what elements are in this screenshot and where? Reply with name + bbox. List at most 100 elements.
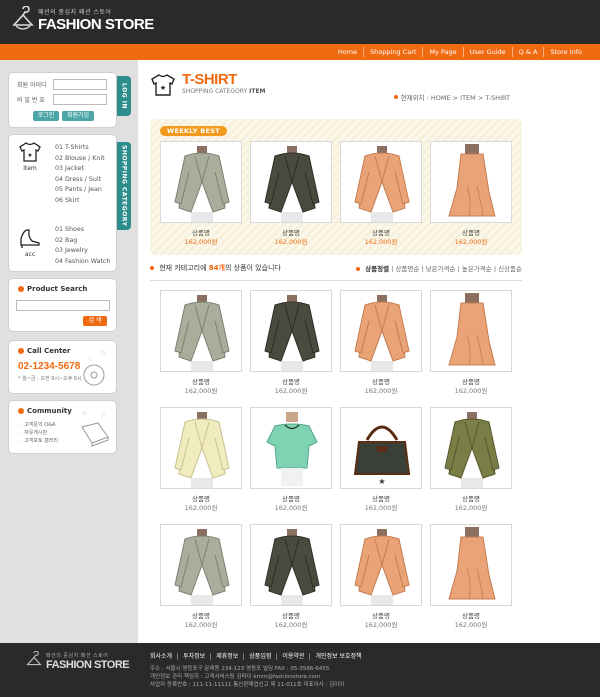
community-gallery[interactable]: · 고객포토 갤러리 [21,437,58,445]
footer-address: 주소 : 서울시 영등포구 문래동 234-123 영등포 빌딩 FAX : 0… [150,666,330,672]
weekly-product-image[interactable] [160,141,242,223]
product-image[interactable] [430,290,512,372]
category-bag[interactable]: 02 Bag [55,236,110,247]
nav-shopping-cart[interactable]: Shopping Cart [363,47,422,57]
product-image[interactable] [160,524,242,606]
listing-prefix: 현재 카테고리에 [159,264,207,272]
category-fashion-watch[interactable]: 04 Fashion Watch [55,257,110,268]
logo[interactable]: 패션의 중심지 패션 스토어 FASHION STORE [12,6,154,34]
sort-bar: 상품정렬 | 상품명순 | 낮은가격순 | 높은가격순 | 신상품순 [356,263,522,273]
skirt-icon [448,527,496,600]
weekly-product-price: 162,000원 [364,238,398,246]
category-dress-suit[interactable]: 04 Dress / Suit [55,175,105,186]
jacket-orange-icon [354,529,410,605]
tab-shopping-category[interactable]: SHOPPING CATEGORY [117,142,131,230]
category-box: ★ item 01 T-Shirts 02 Blouse / Knit 03 J… [8,134,117,272]
footer-link-partnership[interactable]: 제휴정보 [210,653,243,660]
nav-user-guide[interactable]: User Guide [462,47,512,57]
category-shoes[interactable]: 01 Shoes [55,225,110,236]
bullet-icon [356,267,361,271]
acc-category-icon: acc [15,227,45,258]
logo-tagline: 패션의 중심지 패션 스토어 [38,9,112,16]
community-qna[interactable]: · 고객문의 Q&A [21,421,58,429]
product-image[interactable] [160,290,242,372]
category-blouse-knit[interactable]: 02 Blouse / Knit [55,154,105,165]
footer: 패션의 중심지 패션 스토어 FASHION STORE 회사소개 투자정보 제… [0,643,600,697]
footer-logo[interactable]: 패션의 중심지 패션 스토어 FASHION STORE [26,651,130,671]
password-input[interactable] [53,94,107,105]
product-price: 162,000원 [274,504,308,512]
product-image[interactable] [430,524,512,606]
product-image[interactable] [160,407,242,489]
login-button[interactable]: 로그인 [33,111,59,121]
jacket-grey-icon [174,295,230,371]
product-price: 162,000원 [454,621,488,629]
footer-business-number: 사업자 등록번호 : 111-11-11111 통신판매업신고 제 11-011… [150,682,345,688]
weekly-product-image[interactable] [250,141,332,223]
jacket-dark-icon [264,146,320,222]
community-board[interactable]: · 자유게시판 [21,429,58,437]
footer-logo-tagline: 패션의 중심지 패션 스토어 [46,652,109,659]
category-pants-jean[interactable]: 05 Pants / Jean [55,185,105,196]
footer-link-terms[interactable]: 이용약관 [276,653,309,660]
nav-qna[interactable]: Q & A [511,47,544,57]
search-button[interactable]: 검 색 [83,316,107,326]
product-price: 162,000원 [184,504,218,512]
book-icon: ☆ ☆ [81,410,109,447]
weekly-best-section: WEEKLY BEST 상품명 162,000원 상품명 162,000원 상품명 162… [150,119,522,255]
skirt-icon [448,293,496,366]
search-input[interactable] [16,300,110,311]
sort-options[interactable]: 상품명순 | 낮은가격순 | 높은가격순 | 신상품순 [395,265,522,273]
sort-label: 상품정렬 [365,265,390,273]
category-jacket[interactable]: 03 Jacket [55,164,105,175]
page-header: ★ T-SHIRT SHOPPING CATEGORY ITEM [150,72,266,98]
hanger-logo-icon [12,6,34,30]
svg-text:☆: ☆ [82,410,87,417]
bullet-icon [393,95,398,99]
jacket-orange-icon [354,146,410,222]
id-input[interactable] [53,79,107,90]
product-image[interactable] [250,524,332,606]
page-subtitle: SHOPPING CATEGORY ITEM [182,88,266,95]
product-image[interactable] [340,290,422,372]
page-title: T-SHIRT [182,71,237,88]
product-price: 162,000원 [364,504,398,512]
footer-logo-wordmark: FASHION STORE [46,658,130,671]
header: 패션의 중심지 패션 스토어 FASHION STORE [0,0,600,44]
product-price: 162,000원 [184,387,218,395]
product-image[interactable] [250,290,332,372]
jacket-olive-icon [444,412,500,488]
weekly-product-image[interactable] [340,141,422,223]
logo-wordmark: FASHION STORE [38,16,154,33]
footer-link-company[interactable]: 회사소개 [150,653,177,660]
weekly-product-image[interactable] [430,141,512,223]
category-skirt[interactable]: 06 Skirt [55,196,105,207]
category-tshirts[interactable]: 01 T-Shirts [55,143,105,154]
jacket-orange-icon [354,295,410,371]
join-button[interactable]: 회원가입 [62,111,94,121]
jacket-dark-icon [264,529,320,605]
bullet-icon [18,348,24,354]
tab-login[interactable]: LOG IN [117,76,131,116]
call-title: Call Center [27,347,71,355]
product-image[interactable] [430,407,512,489]
category-jewelry[interactable]: 03 Jewelry [55,246,110,257]
product-image[interactable] [250,407,332,489]
footer-link-investment[interactable]: 투자정보 [177,653,210,660]
nav-store-info[interactable]: Store Info [543,47,588,57]
acc-label: acc [24,251,36,258]
jacket-grey-icon [174,529,230,605]
nav-my-page[interactable]: My Page [422,47,462,57]
product-price: 162,000원 [454,387,488,395]
breadcrumb: 현재위치 : HOME > ITEM > T-SHIRT [393,92,510,102]
svg-text:★: ★ [378,477,385,486]
acc-category-list: 01 Shoes 02 Bag 03 Jewelry 04 Fashion Wa… [55,225,110,267]
svg-text:☆: ☆ [100,349,106,357]
footer-link-privacy[interactable]: 개인정보 보호정책 [309,653,366,660]
nav-home[interactable]: Home [332,47,363,57]
footer-link-vendor[interactable]: 상품입점 [243,653,276,660]
item-category-icon: ★ item [15,141,45,172]
product-price: 162,000원 [274,621,308,629]
product-image[interactable] [340,524,422,606]
product-image[interactable]: ★ [340,407,422,489]
